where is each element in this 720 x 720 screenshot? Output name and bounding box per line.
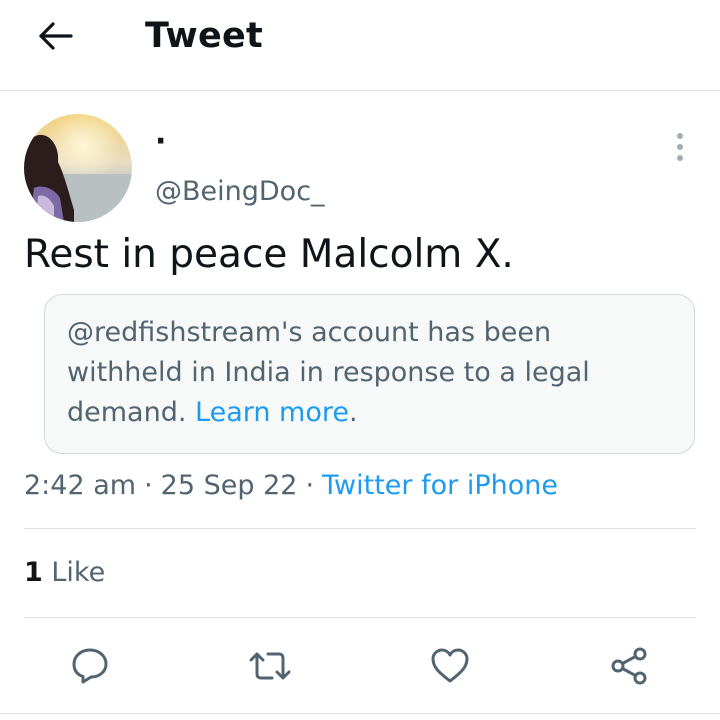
divider — [0, 713, 720, 714]
avatar[interactable] — [24, 114, 132, 222]
like-icon — [431, 648, 469, 683]
top-bar: Tweet — [0, 0, 720, 91]
share-icon — [611, 647, 647, 685]
tweet-text: Rest in peace Malcolm X. — [24, 232, 514, 277]
more-vertical-icon — [677, 133, 683, 161]
likes-stat[interactable]: 1 Like — [24, 553, 105, 593]
reply-icon — [72, 648, 108, 684]
meta-separator: · — [144, 470, 153, 501]
retweet-icon — [249, 652, 291, 680]
tweet-time[interactable]: 2:42 am — [24, 470, 136, 501]
author-display-name[interactable]: · — [155, 122, 166, 162]
learn-more-link[interactable]: Learn more — [195, 397, 349, 428]
tweet-meta: 2:42 am · 25 Sep 22 · Twitter for iPhone — [24, 466, 558, 506]
divider — [24, 528, 696, 529]
like-button[interactable] — [426, 642, 474, 690]
author-handle[interactable]: @BeingDoc_ — [155, 172, 325, 212]
withheld-notice: @redfishstream's account has been withhe… — [44, 294, 695, 454]
meta-separator: · — [305, 470, 315, 501]
more-options-button[interactable] — [664, 130, 696, 164]
tweet-page: Tweet · @BeingDoc_ Rest in peace Malcolm… — [0, 0, 720, 720]
like-count: 1 — [24, 557, 43, 588]
page-title: Tweet — [145, 16, 264, 56]
back-button[interactable] — [30, 14, 82, 58]
reply-button[interactable] — [66, 642, 114, 690]
like-label: Like — [51, 557, 106, 588]
retweet-button[interactable] — [246, 642, 294, 690]
arrow-left-icon — [39, 22, 73, 50]
tweet-date[interactable]: 25 Sep 22 — [161, 470, 298, 501]
tweet-source-link[interactable]: Twitter for iPhone — [322, 470, 558, 501]
avatar-image — [24, 114, 132, 222]
notice-trailing-period: . — [349, 397, 358, 428]
share-button[interactable] — [606, 642, 654, 690]
divider — [24, 617, 696, 618]
